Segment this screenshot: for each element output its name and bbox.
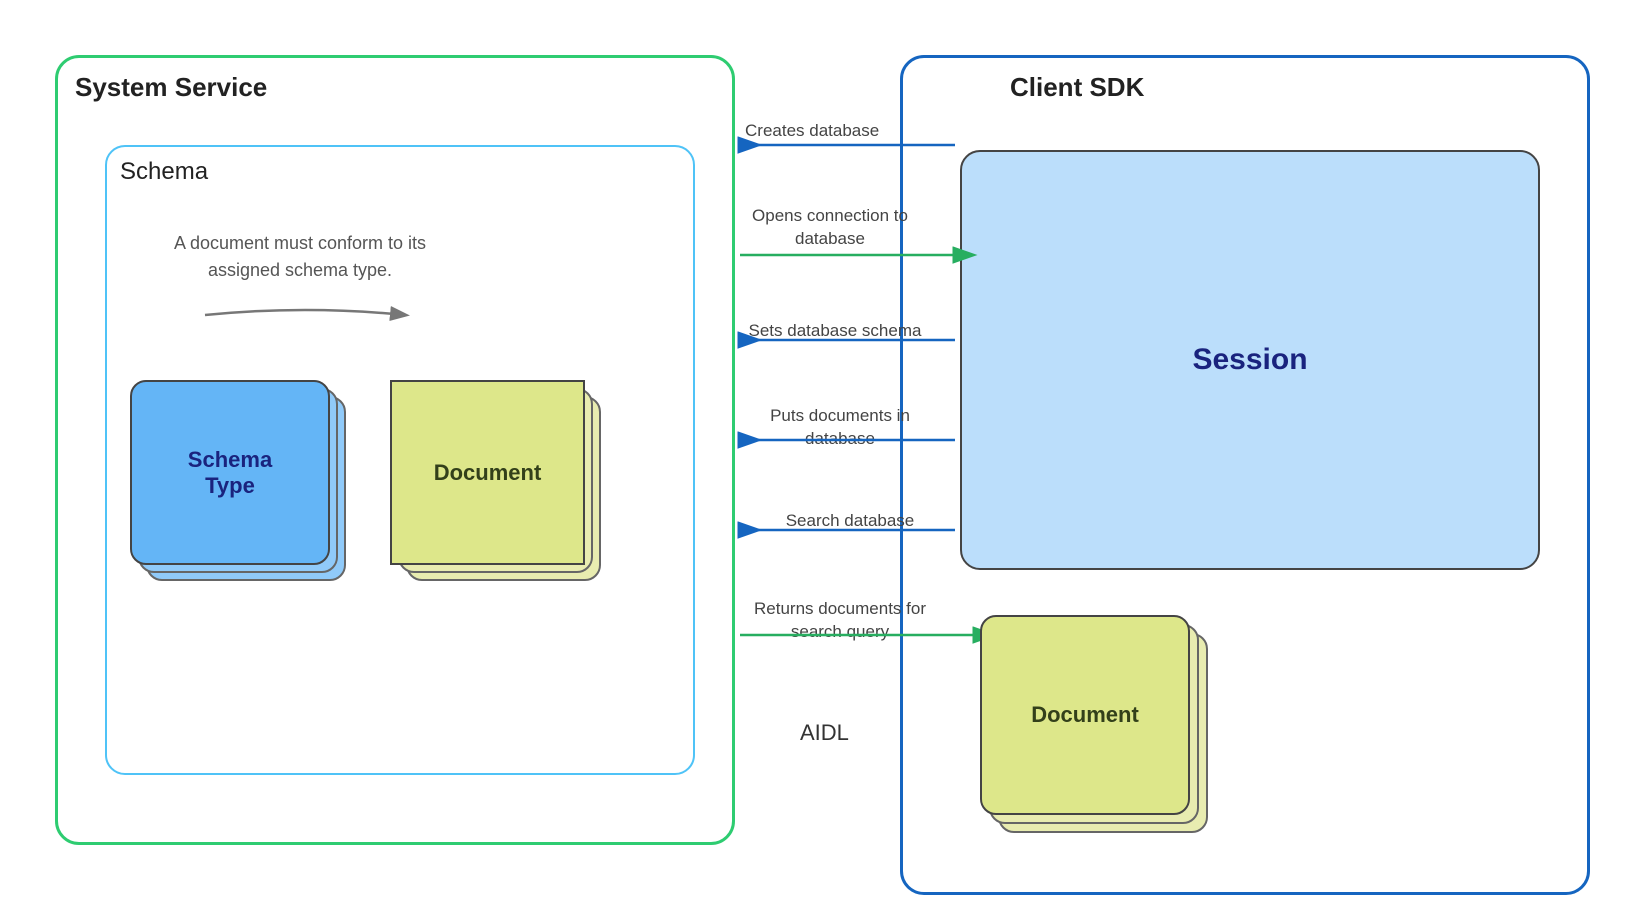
client-sdk-label: Client SDK	[1010, 72, 1144, 103]
doc-right-label: Document	[1031, 702, 1139, 728]
schema-type-stack: SchemaType	[130, 380, 330, 565]
opens-connection-label: Opens connection todatabase	[730, 205, 930, 251]
aidl-label: AIDL	[800, 720, 849, 746]
doc-right-front: Document	[980, 615, 1190, 815]
session-label: Session	[1192, 343, 1307, 377]
schema-label: Schema	[120, 158, 208, 186]
schema-type-front-card: SchemaType	[130, 380, 330, 565]
search-database-label: Search database	[755, 510, 945, 533]
session-card: Session	[960, 150, 1540, 570]
document-stack-right: Document	[980, 615, 1190, 815]
sets-schema-label: Sets database schema	[730, 320, 940, 343]
document-stack-left: Document	[390, 380, 585, 565]
doc-left-label: Document	[434, 460, 542, 486]
schema-type-label: SchemaType	[188, 447, 272, 499]
creates-database-label: Creates database	[745, 120, 879, 143]
schema-description: A document must conform to its assigned …	[150, 230, 450, 284]
diagram-container: System Service Schema A document must co…	[0, 0, 1635, 918]
doc-left-front: Document	[390, 380, 585, 565]
system-service-label: System Service	[75, 72, 267, 103]
returns-documents-label: Returns documents forsearch query	[720, 598, 960, 644]
puts-documents-label: Puts documents indatabase	[735, 405, 945, 451]
